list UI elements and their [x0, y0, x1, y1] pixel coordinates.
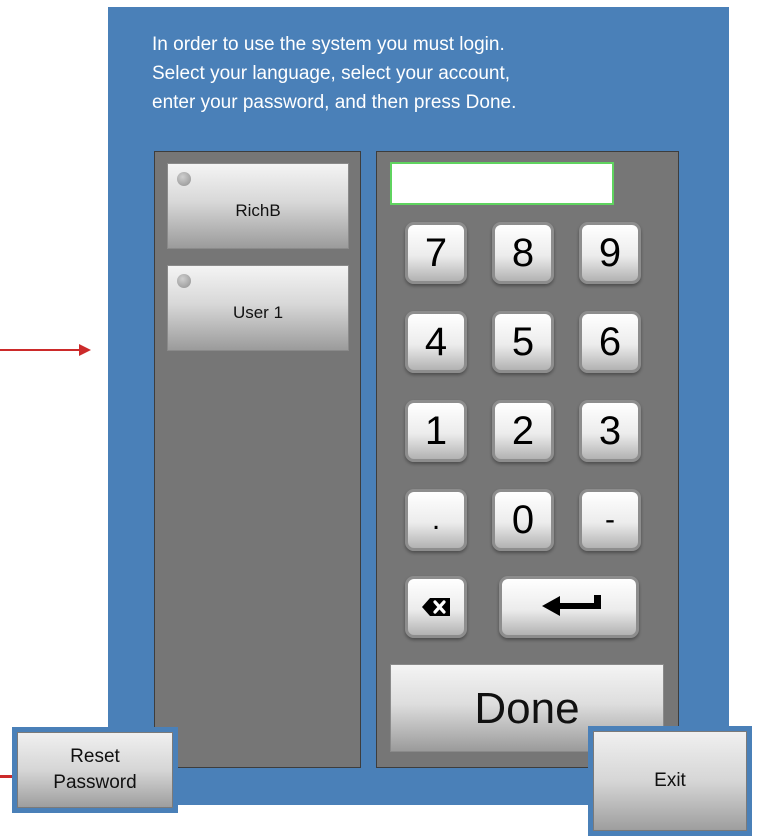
- backspace-icon: [422, 598, 450, 616]
- login-screen: In order to use the system you must logi…: [0, 0, 762, 840]
- login-instructions: In order to use the system you must logi…: [152, 34, 517, 113]
- reset-password-button[interactable]: Reset Password: [12, 727, 178, 813]
- enter-arrow-icon: [542, 595, 601, 616]
- key-6[interactable]: 6: [579, 311, 641, 373]
- annotation-mark: [0, 775, 12, 778]
- annotation-arrow: [0, 349, 80, 351]
- password-input[interactable]: [390, 162, 614, 205]
- key-4[interactable]: 4: [405, 311, 467, 373]
- exit-label: Exit: [593, 731, 747, 831]
- key-9[interactable]: 9: [579, 222, 641, 284]
- key-minus[interactable]: -: [579, 489, 641, 551]
- account-radio-indicator: [177, 172, 191, 186]
- key-dot[interactable]: .: [405, 489, 467, 551]
- backspace-button[interactable]: [405, 576, 467, 638]
- exit-button[interactable]: Exit: [588, 726, 752, 836]
- key-3[interactable]: 3: [579, 400, 641, 462]
- key-7[interactable]: 7: [405, 222, 467, 284]
- key-8[interactable]: 8: [492, 222, 554, 284]
- annotation-arrow-head: [79, 344, 91, 356]
- account-button-richb[interactable]: RichB: [167, 163, 349, 249]
- reset-password-label: Reset Password: [17, 732, 173, 808]
- key-2[interactable]: 2: [492, 400, 554, 462]
- account-button-user-1[interactable]: User 1: [167, 265, 349, 351]
- account-label: User 1: [232, 303, 284, 322]
- account-label: RichB: [235, 201, 281, 220]
- key-0[interactable]: 0: [492, 489, 554, 551]
- key-1[interactable]: 1: [405, 400, 467, 462]
- key-5[interactable]: 5: [492, 311, 554, 373]
- enter-button[interactable]: [499, 576, 639, 638]
- account-radio-indicator: [177, 274, 191, 288]
